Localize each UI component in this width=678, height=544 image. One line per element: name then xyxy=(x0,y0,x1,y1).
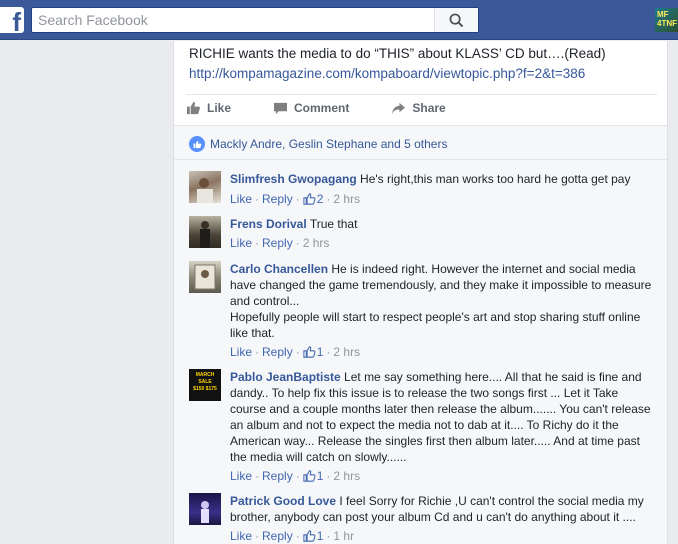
commenter-name[interactable]: Pablo JeanBaptiste xyxy=(230,370,341,384)
profile-avatar[interactable]: MF 4TNF xyxy=(655,8,678,32)
share-arrow-icon xyxy=(392,102,406,114)
comment-meta: Like · Reply · 2 hrs xyxy=(230,236,330,250)
comment-like-link[interactable]: Like xyxy=(230,236,252,250)
comments-list: Slimfresh Gwopagang He's right,this man … xyxy=(174,159,667,544)
comment-text-continued: Hopefully people will start to respect p… xyxy=(230,310,641,340)
reactions-text: Mackly Andre, Geslin Stephane and 5 othe… xyxy=(210,137,448,151)
comment-time[interactable]: 2 hrs xyxy=(303,236,330,250)
comment-icon xyxy=(274,102,288,114)
commenter-avatar[interactable] xyxy=(189,216,221,248)
comment-like-count[interactable]: 1 xyxy=(303,345,323,359)
thumbs-up-outline-icon xyxy=(303,470,316,482)
post-card: RICHIE wants the media to do “THIS” abou… xyxy=(173,41,668,544)
share-label: Share xyxy=(412,101,446,115)
like-label: Like xyxy=(207,101,232,115)
comment-button[interactable]: Comment xyxy=(273,95,349,121)
comment-reply-link[interactable]: Reply xyxy=(262,192,293,206)
commenter-avatar[interactable]: MARCH SALE $150 $175 xyxy=(189,369,221,401)
thumbs-up-outline-icon xyxy=(303,193,316,205)
comment-like-link[interactable]: Like xyxy=(230,469,252,483)
comment-reply-link[interactable]: Reply xyxy=(262,469,293,483)
thumbs-up-outline-icon xyxy=(303,530,316,542)
post-text: RICHIE wants the media to do “THIS” abou… xyxy=(189,46,606,61)
comment-like-link[interactable]: Like xyxy=(230,192,252,206)
search-button[interactable] xyxy=(434,8,478,32)
post-actions: Like Comment Share xyxy=(186,95,488,121)
like-button[interactable]: Like xyxy=(186,95,231,121)
thumbs-up-icon xyxy=(186,101,200,115)
comment-like-count[interactable]: 1 xyxy=(303,529,323,543)
comment-text: True that xyxy=(309,217,358,231)
comment-body: Frens Dorival True that xyxy=(230,216,655,232)
comment-text: Let me say something here.... All that h… xyxy=(230,370,651,464)
profile-avatar-text: MF 4TNF xyxy=(657,10,677,28)
commenter-avatar[interactable] xyxy=(189,171,221,203)
search-input[interactable] xyxy=(32,8,437,32)
comment-label: Comment xyxy=(294,101,350,115)
search-box xyxy=(31,7,479,33)
comment-reply-link[interactable]: Reply xyxy=(262,345,293,359)
commenter-avatar[interactable] xyxy=(189,261,221,293)
comment-meta: Like · Reply · 1 · 1 hr xyxy=(230,529,355,543)
search-icon xyxy=(449,13,464,27)
comment-meta: Like · Reply · 1 · 2 hrs xyxy=(230,469,361,483)
comment-body: Patrick Good Love I feel Sorry for Richi… xyxy=(230,493,655,525)
commenter-name[interactable]: Slimfresh Gwopagang xyxy=(230,172,357,186)
comment-time[interactable]: 2 hrs xyxy=(333,345,360,359)
reactions-summary[interactable]: Mackly Andre, Geslin Stephane and 5 othe… xyxy=(189,136,447,152)
comment-body: Pablo JeanBaptiste Let me say something … xyxy=(230,369,655,465)
comment-like-count[interactable]: 1 xyxy=(303,469,323,483)
comment-text: He's right,this man works too hard he go… xyxy=(360,172,631,186)
commenter-name[interactable]: Carlo Chancellen xyxy=(230,262,328,276)
thumbs-up-outline-icon xyxy=(303,346,316,358)
commenter-avatar[interactable] xyxy=(189,493,221,525)
comment-time[interactable]: 2 hrs xyxy=(333,192,360,206)
top-navigation-bar: f MF 4TNF xyxy=(0,0,678,40)
avatar-sale-text: MARCH SALE $150 $175 xyxy=(193,372,217,392)
comment-meta: Like · Reply · 2 · 2 hrs xyxy=(230,192,361,206)
comment-body: Carlo Chancellen He is indeed right. How… xyxy=(230,261,655,341)
like-reaction-icon xyxy=(189,136,205,152)
comment-time[interactable]: 1 hr xyxy=(333,529,354,543)
reactions-bar: Mackly Andre, Geslin Stephane and 5 othe… xyxy=(174,125,667,159)
comment-like-link[interactable]: Like xyxy=(230,345,252,359)
comment-reply-link[interactable]: Reply xyxy=(262,529,293,543)
commenter-name[interactable]: Patrick Good Love xyxy=(230,494,336,508)
comment-meta: Like · Reply · 1 · 2 hrs xyxy=(230,345,361,359)
comment-body: Slimfresh Gwopagang He's right,this man … xyxy=(230,171,655,187)
comment-like-link[interactable]: Like xyxy=(230,529,252,543)
facebook-logo[interactable]: f xyxy=(0,7,24,33)
comment-like-count[interactable]: 2 xyxy=(303,192,323,206)
post-link[interactable]: http://kompamagazine.com/kompaboard/view… xyxy=(189,64,585,84)
comment-time[interactable]: 2 hrs xyxy=(333,469,360,483)
comment-reply-link[interactable]: Reply xyxy=(262,236,293,250)
commenter-name[interactable]: Frens Dorival xyxy=(230,217,307,231)
share-button[interactable]: Share xyxy=(391,95,446,121)
